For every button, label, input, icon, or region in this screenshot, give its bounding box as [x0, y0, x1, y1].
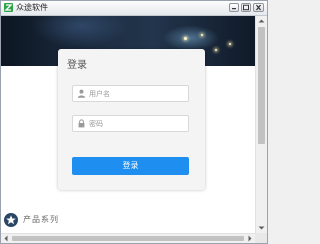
- banner-light: [201, 34, 203, 36]
- app-window: 众途软件 登录 用户名 登录 产品系列: [0, 0, 268, 244]
- banner-light: [229, 43, 231, 45]
- maximize-icon: [243, 4, 249, 11]
- minimize-icon: [232, 8, 236, 10]
- title-bar[interactable]: 众途软件: [1, 1, 267, 16]
- vertical-scroll-thumb[interactable]: [258, 27, 265, 144]
- horizontal-scroll-thumb[interactable]: [12, 236, 244, 241]
- password-input[interactable]: [89, 116, 185, 131]
- banner-light: [184, 37, 187, 40]
- username-input[interactable]: [89, 86, 185, 101]
- scroll-left-button[interactable]: [1, 234, 11, 243]
- product-series-label: 产品系列: [23, 215, 59, 224]
- banner-light: [215, 49, 217, 51]
- maximize-button[interactable]: [241, 3, 251, 12]
- login-card: 登录 登录: [58, 49, 205, 190]
- caret-up-icon: [258, 19, 265, 23]
- scroll-up-button[interactable]: [256, 16, 267, 26]
- vertical-scrollbar[interactable]: [255, 16, 267, 233]
- login-button[interactable]: 登录: [72, 157, 189, 175]
- page-content: 登录 登录 产品系列: [1, 16, 255, 233]
- scroll-down-button[interactable]: [256, 223, 267, 233]
- app-logo-icon: [4, 3, 13, 12]
- caret-down-icon: [258, 226, 265, 230]
- lock-icon: [77, 119, 86, 128]
- username-field[interactable]: [72, 85, 189, 102]
- minimize-button[interactable]: [229, 3, 239, 12]
- close-icon: [256, 4, 261, 11]
- close-button[interactable]: [253, 3, 264, 12]
- password-field[interactable]: [72, 115, 189, 132]
- star-icon: [4, 213, 18, 227]
- window-title: 众途软件: [16, 3, 48, 12]
- horizontal-scrollbar[interactable]: [1, 233, 255, 243]
- user-icon: [77, 89, 86, 98]
- caret-left-icon: [4, 235, 8, 242]
- scroll-right-button[interactable]: [245, 234, 255, 243]
- caret-right-icon: [248, 235, 252, 242]
- scrollbar-corner: [255, 233, 267, 243]
- login-heading: 登录: [67, 60, 87, 71]
